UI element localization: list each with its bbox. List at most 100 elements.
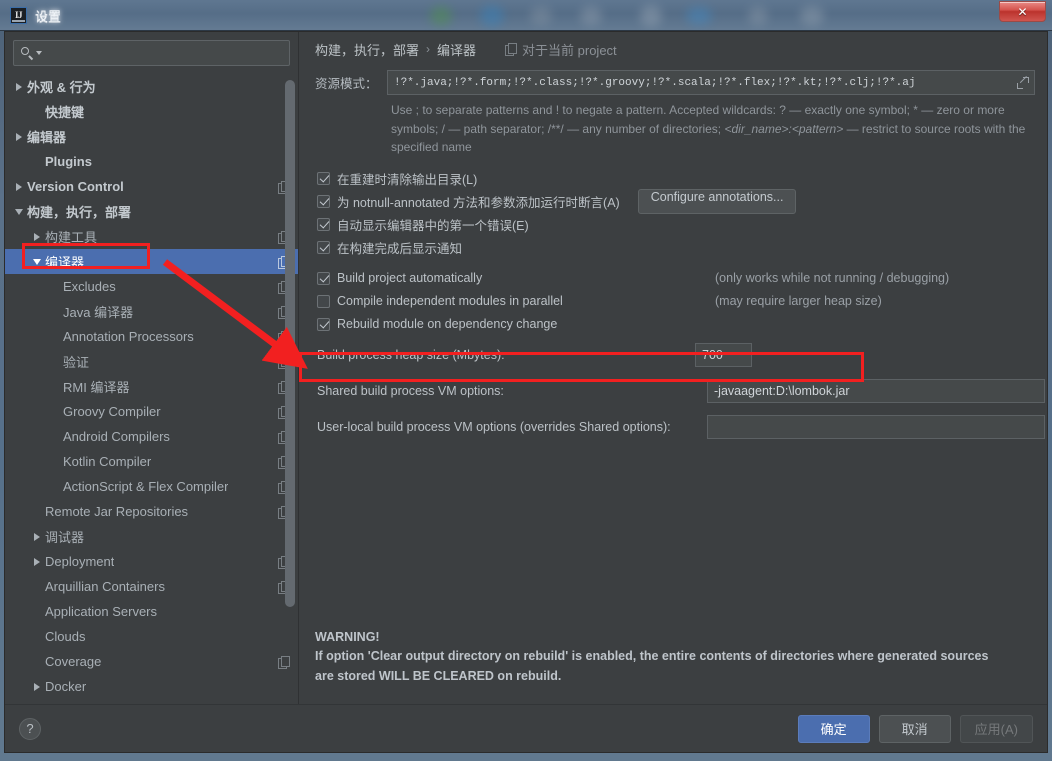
shared-vm-options-input[interactable]: -javaagent:D:\lombok.jar bbox=[707, 378, 1045, 403]
sidebar-item-19[interactable]: Deployment bbox=[5, 549, 298, 574]
chevron-down-icon[interactable] bbox=[29, 258, 45, 265]
sidebar-item-label: 构建工具 bbox=[45, 230, 98, 245]
expand-icon[interactable] bbox=[1017, 77, 1029, 89]
chevron-right-icon[interactable] bbox=[11, 82, 27, 91]
chevron-right-icon[interactable] bbox=[11, 182, 27, 191]
sidebar-item-4[interactable]: Version Control bbox=[5, 174, 298, 199]
settings-sidebar: 外观 & 行为快捷键编辑器 Plugins Version Control 构建，执行… bbox=[5, 32, 299, 704]
checkbox-1[interactable] bbox=[317, 194, 330, 208]
checkbox-row-4[interactable]: Build project automatically (only works w… bbox=[311, 267, 1035, 290]
sidebar-item-1[interactable]: 快捷键 bbox=[5, 99, 298, 124]
sidebar-item-label: Version Control bbox=[27, 179, 124, 194]
checkbox-5[interactable] bbox=[317, 294, 330, 308]
sidebar-item-label: 外观 & 行为 bbox=[27, 80, 96, 95]
sidebar-item-label: Excludes bbox=[63, 279, 116, 294]
sidebar-item-label: Groovy Compiler bbox=[63, 404, 161, 419]
sidebar-item-14[interactable]: Android Compilers bbox=[5, 424, 298, 449]
configure-annotations-button[interactable]: Configure annotations... bbox=[637, 188, 797, 214]
sidebar-item-7[interactable]: 编译器 bbox=[5, 249, 298, 274]
intellij-idea-icon: IJ bbox=[10, 6, 27, 24]
chevron-right-icon[interactable] bbox=[29, 682, 45, 691]
checkbox-row-6[interactable]: Rebuild module on dependency change bbox=[311, 313, 1035, 336]
sidebar-item-18[interactable]: 调试器 bbox=[5, 524, 298, 549]
checkbox-hint-4: (only works while not running / debuggin… bbox=[715, 271, 950, 286]
checkbox-0[interactable] bbox=[317, 171, 330, 185]
chevron-right-icon[interactable] bbox=[29, 557, 45, 566]
checkbox-3[interactable] bbox=[317, 240, 330, 254]
sidebar-item-label: 快捷键 bbox=[45, 105, 85, 120]
help-line-2b: <dir_name>:<pattern> bbox=[724, 121, 844, 136]
checkbox-row-5[interactable]: Compile independent modules in parallel (… bbox=[311, 290, 1035, 313]
sidebar-item-12[interactable]: RMI 编译器 bbox=[5, 374, 298, 399]
sidebar-item-label: RMI 编译器 bbox=[63, 380, 130, 395]
search-box[interactable] bbox=[13, 40, 290, 66]
sidebar-scrollbar[interactable] bbox=[285, 72, 295, 704]
sidebar-item-23[interactable]: Coverage bbox=[5, 649, 298, 674]
help-line-2: symbols; / — path separator; /**/ — any … bbox=[391, 120, 1035, 139]
checkbox-6[interactable] bbox=[317, 317, 330, 331]
sidebar-item-22[interactable]: Clouds bbox=[5, 624, 298, 649]
breadcrumb-parent[interactable]: 构建，执行，部署 bbox=[315, 40, 419, 59]
sidebar-item-15[interactable]: Kotlin Compiler bbox=[5, 449, 298, 474]
sidebar-item-label: Remote Jar Repositories bbox=[45, 504, 189, 519]
resource-patterns-help: Use ; to separate patterns and ! to nega… bbox=[391, 101, 1035, 157]
checkbox-4[interactable] bbox=[317, 271, 330, 285]
settings-tree: 外观 & 行为快捷键编辑器 Plugins Version Control 构建，执行… bbox=[5, 72, 298, 704]
userlocal-vm-options-label: User-local build process VM options (ove… bbox=[317, 419, 671, 434]
checkbox-row-1[interactable]: 为 notnull-annotated 方法和参数添加运行时断言(A) Confi… bbox=[311, 188, 1035, 214]
checkbox-2[interactable] bbox=[317, 217, 330, 231]
sidebar-item-5[interactable]: 构建，执行，部署 bbox=[5, 199, 298, 224]
chevron-down-icon[interactable] bbox=[11, 208, 27, 215]
sidebar-item-10[interactable]: Annotation Processors bbox=[5, 324, 298, 349]
sidebar-item-20[interactable]: Arquillian Containers bbox=[5, 574, 298, 599]
checkbox-row-2[interactable]: 自动显示编辑器中的第一个错误(E) bbox=[311, 213, 1035, 236]
ok-button[interactable]: 确定 bbox=[797, 714, 870, 743]
resource-patterns-input[interactable]: !?*.java;!?*.form;!?*.class;!?*.groovy;!… bbox=[387, 70, 1035, 95]
sidebar-item-17[interactable]: Remote Jar Repositories bbox=[5, 499, 298, 524]
sidebar-item-0[interactable]: 外观 & 行为 bbox=[5, 74, 298, 99]
sidebar-item-label: Clouds bbox=[45, 629, 86, 644]
chevron-right-icon[interactable] bbox=[11, 132, 27, 141]
sidebar-item-label: 编译器 bbox=[45, 255, 85, 270]
sidebar-item-label: Docker bbox=[45, 679, 87, 694]
sidebar-item-label: Deployment bbox=[45, 554, 115, 569]
sidebar-item-6[interactable]: 构建工具 bbox=[5, 224, 298, 249]
sidebar-item-9[interactable]: Java 编译器 bbox=[5, 299, 298, 324]
window-title: 设置 bbox=[35, 8, 62, 24]
heap-size-input[interactable]: 700 bbox=[695, 342, 752, 367]
compiler-options-group: 在重建时清除输出目录(L) 为 notnull-annotated 方法和参数添加… bbox=[311, 167, 1035, 336]
sidebar-item-16[interactable]: ActionScript & Flex Compiler bbox=[5, 474, 298, 499]
sidebar-item-24[interactable]: Docker bbox=[5, 674, 298, 699]
checkbox-label-5: Compile independent modules in parallel bbox=[337, 294, 563, 309]
sidebar-item-11[interactable]: 验证 bbox=[5, 349, 298, 374]
settings-tree-scroll: 外观 & 行为快捷键编辑器 Plugins Version Control 构建，执行… bbox=[5, 72, 298, 704]
chevron-right-icon[interactable] bbox=[29, 532, 45, 541]
breadcrumb-separator-icon: › bbox=[426, 42, 431, 56]
sidebar-item-label: 调试器 bbox=[45, 530, 85, 545]
cancel-button[interactable]: 取消 bbox=[878, 714, 951, 743]
resource-patterns-label: 资源模式： bbox=[315, 77, 378, 91]
close-icon[interactable]: ✕ bbox=[999, 1, 1046, 22]
sidebar-scrollbar-thumb[interactable] bbox=[285, 80, 295, 607]
warning-line-2: are stored WILL BE CLEARED on rebuild. bbox=[315, 668, 562, 683]
sidebar-item-21[interactable]: Application Servers bbox=[5, 599, 298, 624]
breadcrumb-current: 编译器 bbox=[437, 42, 477, 58]
sidebar-item-label: Android Compilers bbox=[63, 429, 170, 444]
chevron-right-icon[interactable] bbox=[29, 232, 45, 241]
sidebar-item-8[interactable]: Excludes bbox=[5, 274, 298, 299]
chevron-down-icon[interactable] bbox=[36, 51, 42, 55]
sidebar-item-2[interactable]: 编辑器 bbox=[5, 124, 298, 149]
search-input[interactable] bbox=[46, 46, 283, 60]
sidebar-item-3[interactable]: Plugins bbox=[5, 149, 298, 174]
settings-window: IJ 设置 ✕ 外观 & 行为快捷键编辑器PluginsVersion bbox=[0, 0, 1052, 761]
dialog-body: 外观 & 行为快捷键编辑器 Plugins Version Control 构建，执行… bbox=[5, 32, 1047, 704]
help-button[interactable]: ? bbox=[19, 717, 41, 740]
dialog-footer: ? 确定 取消 应用(A) bbox=[5, 704, 1047, 752]
sidebar-item-13[interactable]: Groovy Compiler bbox=[5, 399, 298, 424]
sidebar-item-label: Arquillian Containers bbox=[45, 579, 165, 594]
checkbox-row-0[interactable]: 在重建时清除输出目录(L) bbox=[311, 167, 1035, 190]
checkbox-row-3[interactable]: 在构建完成后显示通知 bbox=[311, 236, 1035, 259]
shared-vm-options-row: Shared build process VM options: -javaag… bbox=[311, 378, 1045, 403]
sidebar-item-25[interactable]: Gradle-Android Compiler bbox=[5, 699, 298, 704]
userlocal-vm-options-input[interactable] bbox=[707, 414, 1045, 439]
